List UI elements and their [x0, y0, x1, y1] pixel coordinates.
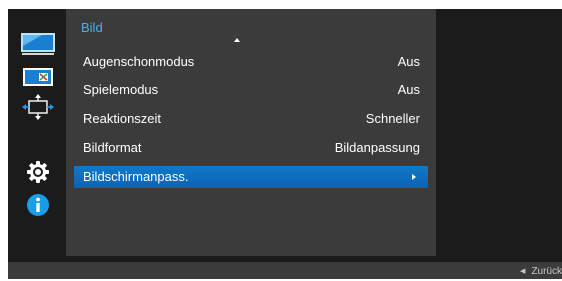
info-icon	[27, 194, 49, 216]
sidebar-item-system[interactable]	[18, 158, 58, 186]
monitor-icon	[21, 33, 55, 55]
menu-item-label: Spielemodus	[83, 82, 159, 97]
menu-item-label: Reaktionszeit	[83, 111, 162, 126]
menu-item-label: Augenschonmodus	[83, 54, 195, 69]
scroll-up-arrow-icon[interactable]	[234, 38, 240, 42]
sidebar-item-information[interactable]	[18, 191, 58, 219]
sidebar	[8, 9, 66, 262]
menu-item-value: Aus	[397, 54, 420, 69]
osd-menu: Bild Augenschonmodus Aus Spielemodus Aus…	[8, 9, 562, 279]
submenu-arrow-icon	[412, 174, 416, 180]
menu-item-label: Bildschirmanpass.	[83, 169, 189, 184]
menu-item-picture-size[interactable]: Bildformat Bildanpassung	[74, 137, 428, 159]
menu-item-label: Bildformat	[83, 140, 142, 155]
sidebar-item-picture[interactable]	[18, 31, 58, 59]
picture-menu-panel: Bild Augenschonmodus Aus Spielemodus Aus…	[66, 9, 436, 256]
menu-item-value: Aus	[397, 82, 420, 97]
menu-item-response-time[interactable]: Reaktionszeit Schneller	[74, 108, 428, 130]
osd-footer	[8, 262, 562, 279]
sidebar-item-size-position[interactable]	[18, 93, 58, 121]
menu-item-value: Schneller	[365, 111, 420, 126]
sidebar-item-color[interactable]	[18, 63, 58, 91]
menu-item-screen-adjustment[interactable]: Bildschirmanpass.	[74, 166, 428, 188]
gear-icon	[27, 161, 49, 183]
back-arrow-icon: ◀	[520, 268, 526, 275]
menu-item-value: Bildanpassung	[334, 140, 420, 155]
menu-item-eye-saver-mode[interactable]: Augenschonmodus Aus	[74, 51, 428, 73]
menu-title: Bild	[81, 20, 103, 35]
resize-arrows-icon	[22, 94, 54, 120]
back-button[interactable]: ◀ Zurück	[520, 262, 562, 279]
color-icon	[23, 68, 53, 86]
back-label: Zurück	[531, 266, 562, 277]
menu-item-game-mode[interactable]: Spielemodus Aus	[74, 79, 428, 101]
